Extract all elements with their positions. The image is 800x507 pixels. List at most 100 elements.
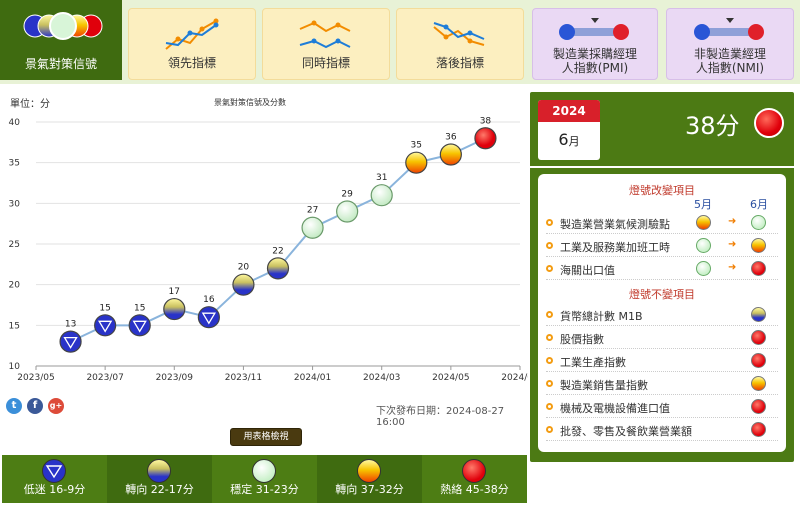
bullet-icon <box>546 357 553 364</box>
indicator-row[interactable]: 工業及服務業加班工時 ➜ <box>546 235 778 257</box>
tab-lagging-index[interactable]: 落後指標 <box>396 8 524 80</box>
x-tick-label: 2024/03 <box>363 373 400 383</box>
x-tick-label: 2023/11 <box>225 373 262 383</box>
changed-items-title: 燈號改變項目 <box>629 184 695 197</box>
facebook-icon[interactable]: f <box>27 398 43 414</box>
google-plus-icon[interactable]: g+ <box>48 398 64 414</box>
data-label: 35 <box>411 141 422 151</box>
indicator-row[interactable]: 批發、零售及餐飲業營業額 <box>546 419 778 441</box>
data-label: 15 <box>134 303 145 313</box>
x-tick-label: 2023/07 <box>86 373 123 383</box>
tab-label: 製造業採購經理 人指數(PMI) <box>533 47 657 75</box>
data-label: 27 <box>307 206 318 216</box>
indicator-label: 股價指數 <box>560 333 604 346</box>
indicator-label: 製造業銷售量指數 <box>560 379 648 392</box>
summary-month: 6月 <box>538 122 600 160</box>
indicator-row[interactable]: 工業生產指數 <box>546 350 778 372</box>
bullet-icon <box>546 242 553 249</box>
data-label: 16 <box>203 295 215 305</box>
bullet-icon <box>546 403 553 410</box>
data-point <box>266 257 290 280</box>
indicator-label: 工業生產指數 <box>560 356 626 369</box>
down-triangle-icon <box>45 465 63 479</box>
indicator-row[interactable]: 製造業銷售量指數 <box>546 373 778 395</box>
legend-label: 轉向 37-32分 <box>335 483 404 496</box>
tab-label-line1: 非製造業經理 <box>693 47 766 61</box>
divider <box>530 166 794 168</box>
data-label: 13 <box>65 320 76 330</box>
legend-item: 熱絡 45-38分 <box>422 455 527 503</box>
x-tick-label: 2024/01 <box>294 373 331 383</box>
tab-coincident-index[interactable]: 同時指標 <box>262 8 390 80</box>
tab-label: 同時指標 <box>301 56 350 70</box>
legend-signal-icon <box>147 459 171 483</box>
data-point <box>405 151 428 174</box>
bullet-icon <box>546 426 553 433</box>
indicator-label: 貨幣總計數 M1B <box>560 310 643 323</box>
tab-label-line2: 人指數(PMI) <box>561 61 629 75</box>
signal-light <box>696 215 711 230</box>
x-tick-label: 2023/09 <box>156 373 194 383</box>
signal-light <box>751 353 766 368</box>
signal-legend: 低迷 16-9分 轉向 22-17分 穩定 31-23分 轉向 37-32分 熱絡 45… <box>2 455 527 503</box>
data-point <box>232 273 255 296</box>
indicator-row[interactable]: 海關出口值 ➜ <box>546 258 778 280</box>
legend-signal-icon <box>42 459 66 483</box>
summary-signal-light <box>754 108 784 138</box>
signal-lights-icon <box>23 12 103 40</box>
tab-label: 落後指標 <box>435 56 484 70</box>
indicator-row[interactable]: 貨幣總計數 M1B <box>546 304 778 326</box>
chart-area: 單位：分 景氣對策信號及分數 10 15 20 25 30 35 40 2023/05 202… <box>0 90 539 450</box>
data-label: 15 <box>99 303 110 313</box>
legend-label: 熱絡 45-38分 <box>440 483 509 496</box>
signal-score-chart: 單位：分 景氣對策信號及分數 10152025303540 2023/05 202… <box>9 97 539 383</box>
data-label: 17 <box>169 287 180 297</box>
tab-leading-index[interactable]: 領先指標 <box>128 8 256 80</box>
data-label: 29 <box>341 189 353 199</box>
tab-nmi[interactable]: 非製造業經理 人指數(NMI) <box>666 8 794 80</box>
data-point <box>336 200 359 223</box>
legend-item: 穩定 31-23分 <box>212 455 317 503</box>
tab-label: 非製造業經理 人指數(NMI) <box>667 47 793 75</box>
signal-light <box>751 330 766 345</box>
tab-label: 景氣對策信號 <box>24 57 97 71</box>
data-point <box>197 306 220 329</box>
data-point <box>128 314 151 337</box>
legend-label: 低迷 16-9分 <box>23 483 86 496</box>
data-label: 38 <box>480 116 492 126</box>
signal-light <box>751 399 766 414</box>
x-tick-label: 2024/07 <box>501 373 528 383</box>
line-chart-icon <box>165 18 219 50</box>
line-chart-icon <box>299 20 351 49</box>
legend-signal-icon <box>252 459 276 483</box>
arrow-right-icon: ➜ <box>728 216 737 227</box>
data-label: 20 <box>238 263 250 273</box>
legend-label: 穩定 31-23分 <box>230 483 299 496</box>
legend-signal-icon <box>462 459 486 483</box>
arrow-right-icon: ➜ <box>728 262 737 273</box>
top-navigation: 景氣對策信號 領先指標 同時指標 落後指標 製造業採購經理 人指數(PMI) 非… <box>0 0 800 84</box>
signal-light <box>751 238 766 253</box>
twitter-icon[interactable]: t <box>6 398 22 414</box>
indicator-row[interactable]: 製造業營業氣候測驗點 ➜ <box>546 212 778 234</box>
next-release-date: 下次發布日期：2024-08-27 16:00 <box>376 406 505 428</box>
y-tick-label: 35 <box>9 159 20 169</box>
signal-light <box>751 422 766 437</box>
bullet-icon <box>546 311 553 318</box>
indicator-row[interactable]: 股價指數 <box>546 327 778 349</box>
tab-label: 領先指標 <box>167 56 216 70</box>
line-chart-icon <box>433 22 485 46</box>
tab-business-signal[interactable]: 景氣對策信號 <box>0 0 122 80</box>
legend-item: 低迷 16-9分 <box>2 455 107 503</box>
legend-item: 轉向 22-17分 <box>107 455 212 503</box>
arrow-right-icon: ➜ <box>728 239 737 250</box>
signal-light <box>751 307 766 322</box>
indicator-row[interactable]: 機械及電機設備進口值 <box>546 396 778 418</box>
data-point <box>163 297 186 321</box>
x-tick-label: 2023/05 <box>17 373 54 383</box>
table-view-button[interactable]: 用表格檢視 <box>230 428 302 446</box>
tab-pmi[interactable]: 製造業採購經理 人指數(PMI) <box>532 8 658 80</box>
summary-year: 2024 <box>538 100 600 122</box>
signal-light <box>751 215 766 230</box>
data-point <box>59 330 82 353</box>
